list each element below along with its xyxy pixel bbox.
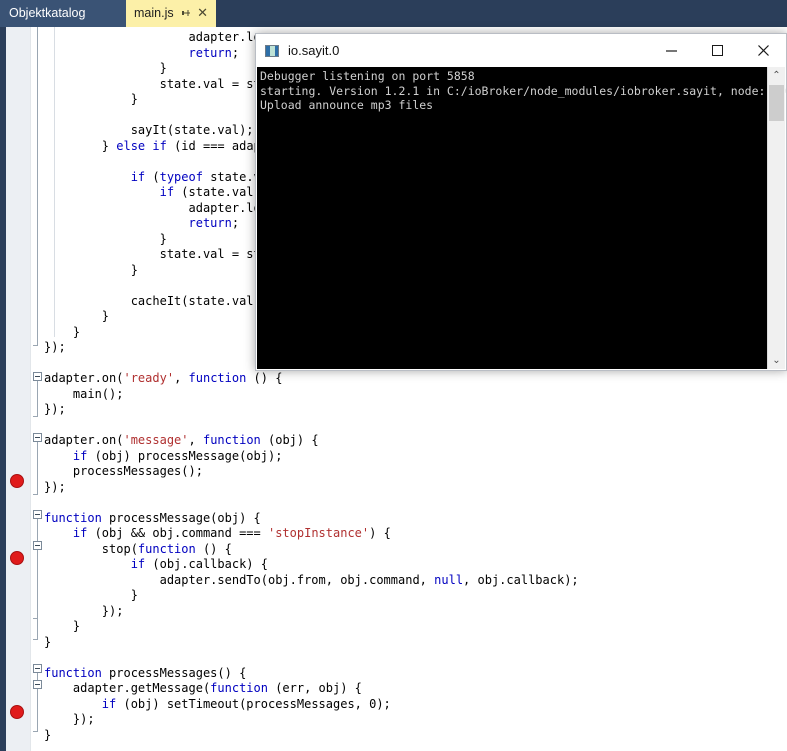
code-line: }); bbox=[44, 479, 66, 494]
tab-objektkatalog-label: Objektkatalog bbox=[9, 6, 86, 21]
fold-toggle[interactable] bbox=[33, 541, 42, 550]
code-line: if (obj) processMessage(obj); bbox=[72, 448, 283, 463]
code-line: } bbox=[44, 634, 52, 649]
code-line: }); bbox=[44, 402, 66, 416]
code-line: } bbox=[44, 262, 138, 277]
code-line: } bbox=[44, 324, 81, 339]
fold-toggle[interactable] bbox=[33, 680, 42, 689]
tab-main-js-label: main.js bbox=[134, 6, 174, 21]
fold-end-tick bbox=[33, 618, 38, 619]
fold-guide bbox=[37, 27, 38, 345]
code-line: }); bbox=[44, 603, 124, 618]
code-line: if (typeof state.val bbox=[130, 169, 276, 184]
code-line: }); bbox=[44, 340, 66, 354]
code-line: }); bbox=[44, 712, 95, 726]
tab-bar: Objektkatalog main.js ✕ bbox=[0, 0, 787, 27]
code-line: if (obj) setTimeout(processMessages, 0); bbox=[101, 696, 391, 711]
fold-guide bbox=[37, 689, 38, 731]
maximize-button[interactable] bbox=[694, 34, 740, 67]
code-line: function processMessage(obj) { bbox=[44, 510, 261, 525]
vs-editor-window: Objektkatalog main.js ✕ adapter.log. ret… bbox=[0, 0, 787, 751]
code-line: } bbox=[44, 727, 52, 742]
close-icon[interactable]: ✕ bbox=[197, 7, 209, 20]
code-line: processMessages(); bbox=[44, 464, 203, 478]
scroll-down-icon[interactable]: ⌄ bbox=[768, 352, 785, 369]
code-line: state.val = stat bbox=[44, 247, 276, 261]
indent-guide bbox=[54, 27, 55, 337]
fold-end-tick bbox=[33, 345, 38, 346]
code-line: adapter.log. bbox=[44, 200, 276, 215]
fold-toggle[interactable] bbox=[33, 372, 42, 381]
console-scrollbar[interactable]: ⌃ ⌄ bbox=[767, 67, 785, 369]
fold-toggle[interactable] bbox=[33, 510, 42, 519]
tab-main-js[interactable]: main.js ✕ bbox=[126, 0, 216, 27]
code-line: adapter.on('message', function (obj) { bbox=[44, 433, 319, 447]
code-line: adapter.getMessage(function (err, obj) { bbox=[44, 681, 362, 695]
scrollbar-thumb[interactable] bbox=[769, 85, 784, 121]
console-output-area[interactable]: Debugger listening on port 5858 starting… bbox=[257, 67, 787, 369]
code-line: if (obj.callback) { bbox=[130, 557, 268, 571]
close-button[interactable] bbox=[740, 34, 786, 67]
code-line: function processMessages() { bbox=[44, 665, 247, 680]
code-line: sayIt(state.val); bbox=[44, 123, 254, 137]
code-line: adapter.sendTo(obj.from, obj.command, nu… bbox=[44, 572, 579, 587]
console-window[interactable]: io.sayit.0 Debugger listening on port 58… bbox=[255, 33, 787, 371]
code-line: adapter.log. bbox=[44, 30, 276, 44]
breakpoint-marker[interactable] bbox=[10, 551, 24, 565]
code-line: } else if (id === adapte bbox=[44, 138, 276, 153]
fold-guide bbox=[37, 381, 38, 416]
code-line: } bbox=[44, 61, 167, 75]
fold-guide bbox=[37, 550, 38, 618]
breakpoint-marker[interactable] bbox=[10, 705, 24, 719]
fold-end-tick bbox=[33, 639, 38, 640]
code-line: state.val = stat bbox=[44, 76, 276, 91]
code-line: stop(function () { bbox=[44, 541, 232, 556]
code-line: return; bbox=[188, 216, 240, 230]
terminal-icon bbox=[265, 44, 279, 57]
console-title-bar[interactable]: io.sayit.0 bbox=[256, 34, 786, 67]
code-line: } bbox=[44, 588, 138, 602]
editor-gutter[interactable] bbox=[6, 27, 31, 751]
code-line: main(); bbox=[44, 386, 124, 401]
fold-end-tick bbox=[33, 494, 38, 495]
scroll-up-icon[interactable]: ⌃ bbox=[768, 67, 785, 84]
code-line: } bbox=[44, 619, 81, 633]
code-line: return; bbox=[188, 45, 240, 60]
minimize-button[interactable] bbox=[648, 34, 694, 67]
code-line: if (state.val == bbox=[159, 185, 276, 199]
breakpoint-marker[interactable] bbox=[10, 474, 24, 488]
tab-objektkatalog[interactable]: Objektkatalog bbox=[0, 0, 126, 27]
window-controls bbox=[648, 34, 786, 67]
fold-toggle[interactable] bbox=[33, 433, 42, 442]
code-line: if (obj && obj.command === 'stopInstance… bbox=[72, 526, 391, 540]
console-output-text: Debugger listening on port 5858 starting… bbox=[260, 69, 787, 112]
fold-end-tick bbox=[33, 416, 38, 417]
console-window-title: io.sayit.0 bbox=[288, 43, 340, 58]
code-line: adapter.on('ready', function () { bbox=[44, 371, 283, 385]
code-line: } bbox=[44, 92, 138, 106]
fold-guide bbox=[37, 442, 38, 494]
code-line: } bbox=[44, 231, 167, 246]
fold-end-tick bbox=[33, 731, 38, 732]
code-line: cacheIt(state.val); bbox=[44, 293, 268, 308]
pin-icon[interactable] bbox=[180, 8, 191, 19]
fold-toggle[interactable] bbox=[33, 664, 42, 673]
